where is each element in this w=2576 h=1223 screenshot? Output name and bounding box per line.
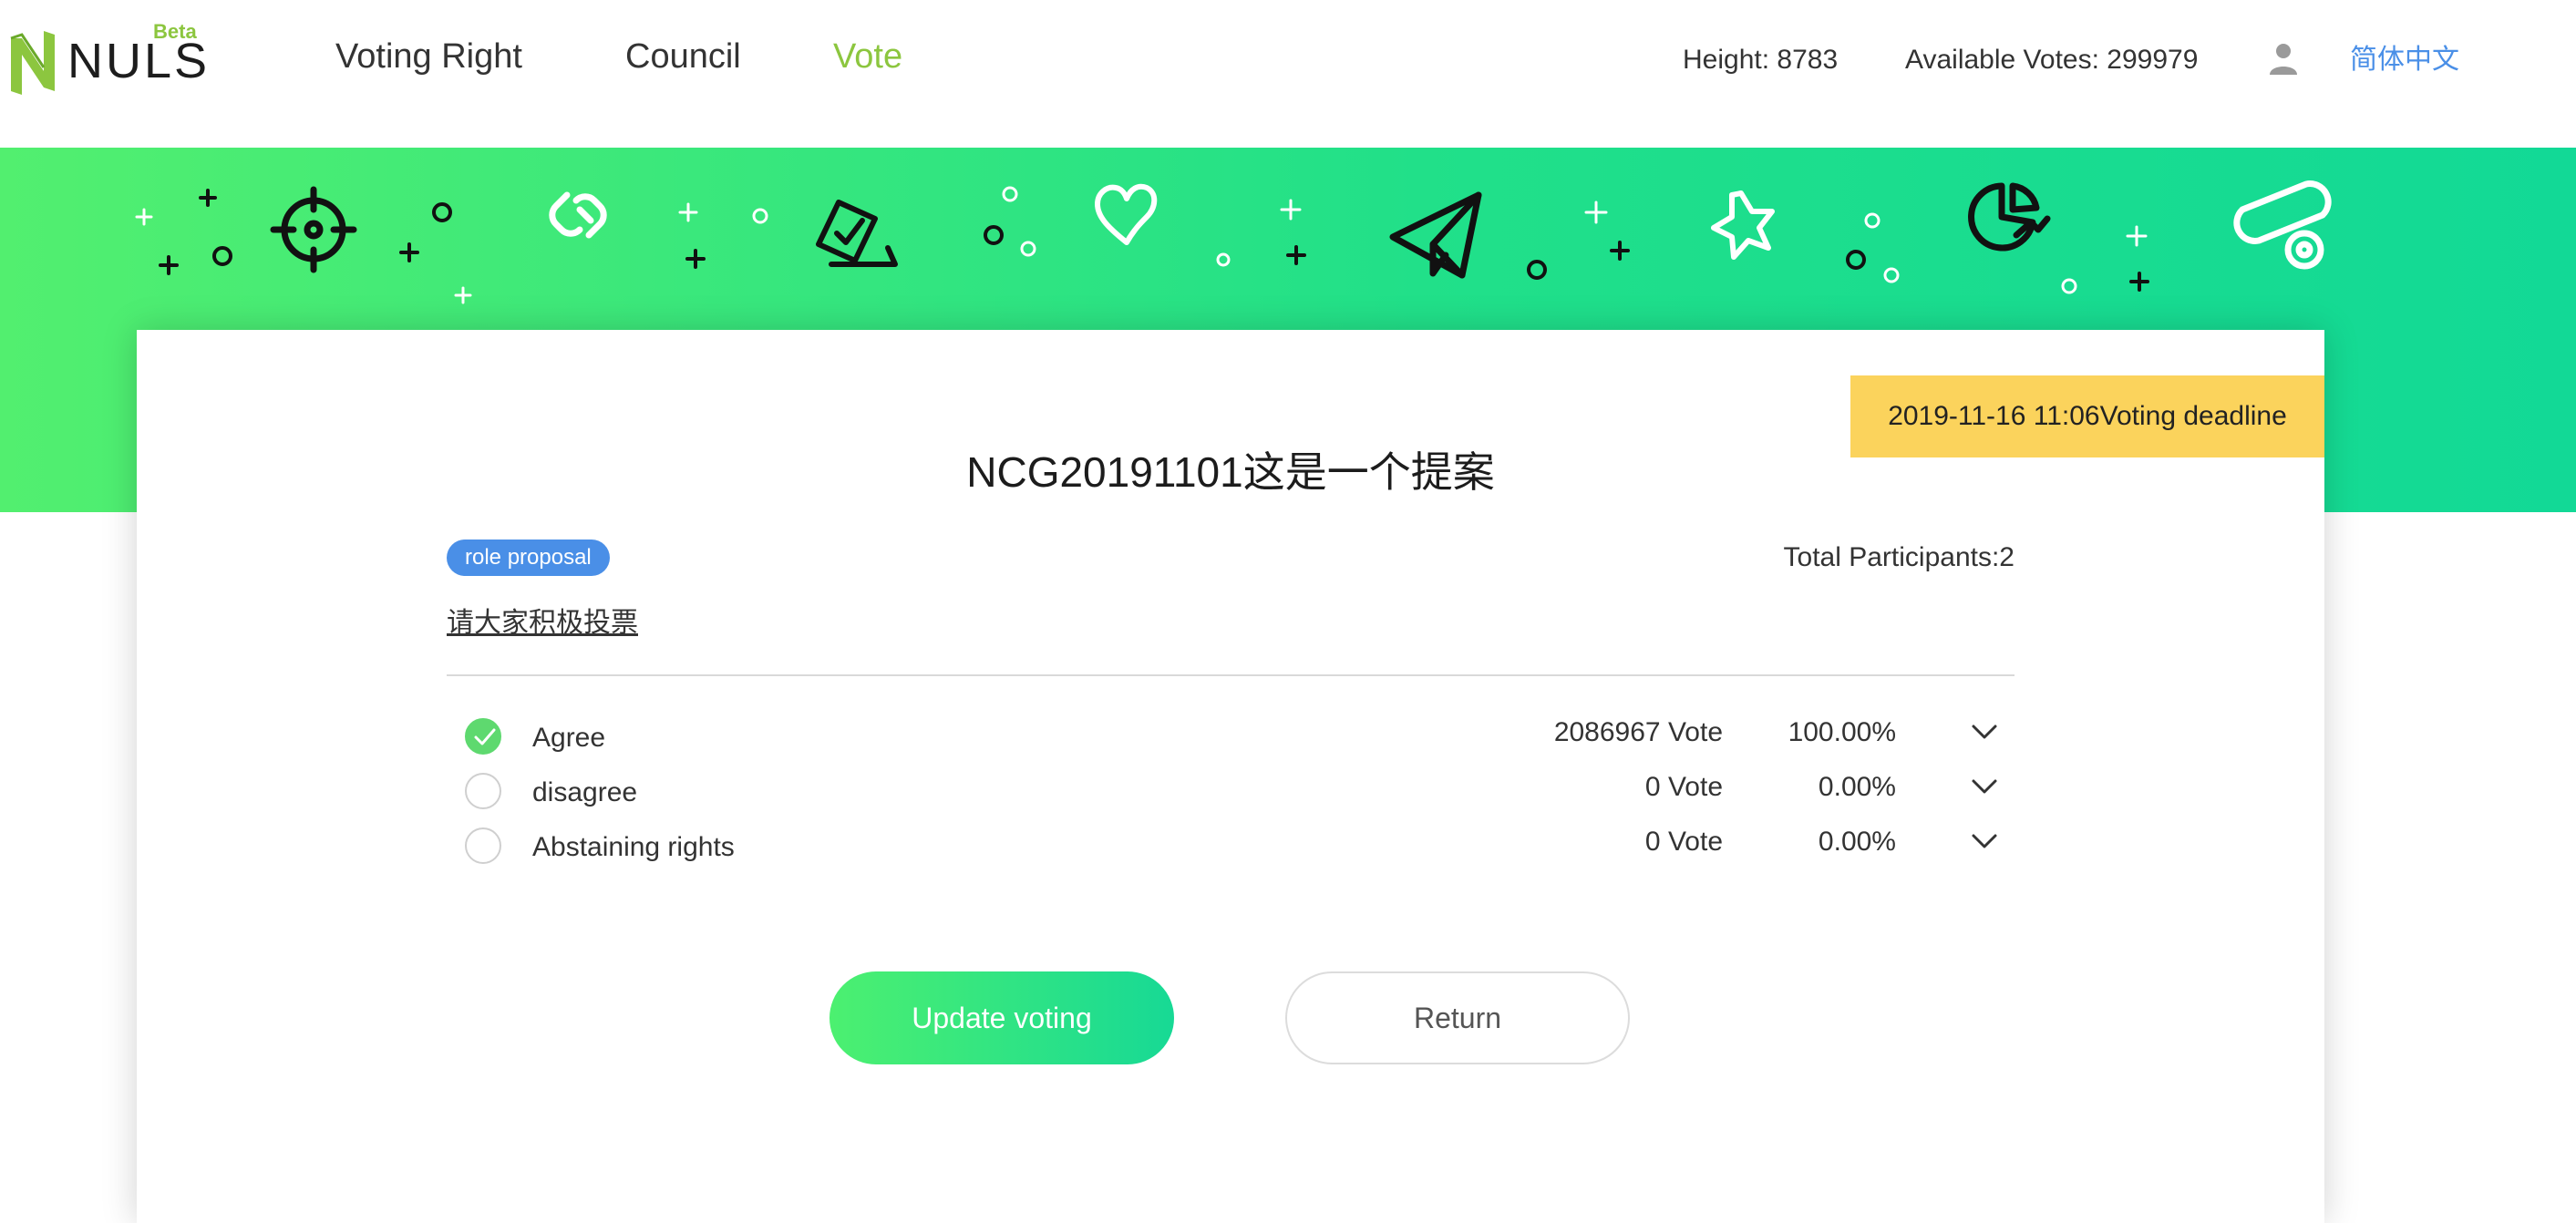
nuls-logo[interactable]: NULS Beta — [5, 20, 207, 102]
option-label: Abstaining rights — [532, 832, 735, 862]
divider — [447, 674, 2014, 676]
update-voting-button[interactable]: Update voting — [829, 971, 1174, 1064]
star-icon — [1711, 190, 1775, 260]
link-icon — [549, 191, 607, 239]
proposal-description-link[interactable]: 请大家积极投票 — [447, 605, 638, 642]
option-label: disagree — [532, 777, 638, 807]
chevron-down-icon[interactable] — [1971, 718, 1998, 745]
option-radio[interactable] — [465, 773, 501, 809]
proposal-card: 2019-11-16 11:06Voting deadline NCG20191… — [137, 330, 2324, 1223]
nav-voting-right[interactable]: Voting Right — [335, 35, 522, 78]
nav-vote[interactable]: Vote — [833, 35, 902, 78]
proposal-type-tag: role proposal — [447, 540, 610, 576]
check-icon — [474, 728, 496, 745]
option-label: Agree — [532, 723, 606, 753]
key-tag-icon — [2233, 180, 2332, 270]
logo-wordmark: NULS — [67, 34, 211, 88]
proposal-title: NCG20191101这是一个提案 — [966, 448, 1495, 496]
block-height: Height: 8783 — [1683, 45, 1839, 75]
nav-council[interactable]: Council — [625, 35, 741, 78]
chevron-down-icon[interactable] — [1971, 773, 1998, 800]
option-radio-checked[interactable] — [465, 718, 501, 755]
top-header: NULS Beta Voting Right Council Vote Heig… — [0, 0, 2576, 148]
option-votes: 2086967 Vote — [1553, 717, 1723, 747]
paper-plane-icon — [1389, 191, 1482, 279]
user-icon[interactable] — [2268, 42, 2299, 77]
vote-option-disagree[interactable]: disagree 0 Vote 0.00% — [447, 766, 2014, 820]
language-switch[interactable]: 简体中文 — [2350, 42, 2459, 78]
deadline-date: 2019-11-16 11:06 — [1888, 401, 2100, 431]
vote-option-agree[interactable]: Agree 2086967 Vote 100.00% — [447, 711, 2014, 766]
pie-chart-icon — [1968, 182, 2051, 252]
heart-icon — [1095, 183, 1158, 245]
option-percent: 0.00% — [1818, 827, 1896, 857]
option-percent: 100.00% — [1788, 717, 1896, 747]
return-button[interactable]: Return — [1285, 971, 1630, 1064]
available-votes: Available Votes: 299979 — [1905, 45, 2199, 75]
crosshair-icon — [270, 186, 357, 273]
option-votes: 0 Vote — [1644, 827, 1723, 857]
beta-badge: Beta — [153, 20, 197, 43]
deadline-label: Voting deadline — [2099, 401, 2287, 431]
option-radio[interactable] — [465, 827, 501, 864]
nuls-logo-icon — [10, 31, 55, 95]
option-votes: 0 Vote — [1644, 772, 1723, 802]
option-percent: 0.00% — [1818, 772, 1896, 802]
vote-option-abstain[interactable]: Abstaining rights 0 Vote 0.00% — [447, 820, 2014, 875]
chevron-down-icon[interactable] — [1971, 827, 1998, 855]
total-participants: Total Participants:2 — [1783, 542, 2014, 572]
ballot-icon — [816, 200, 898, 267]
